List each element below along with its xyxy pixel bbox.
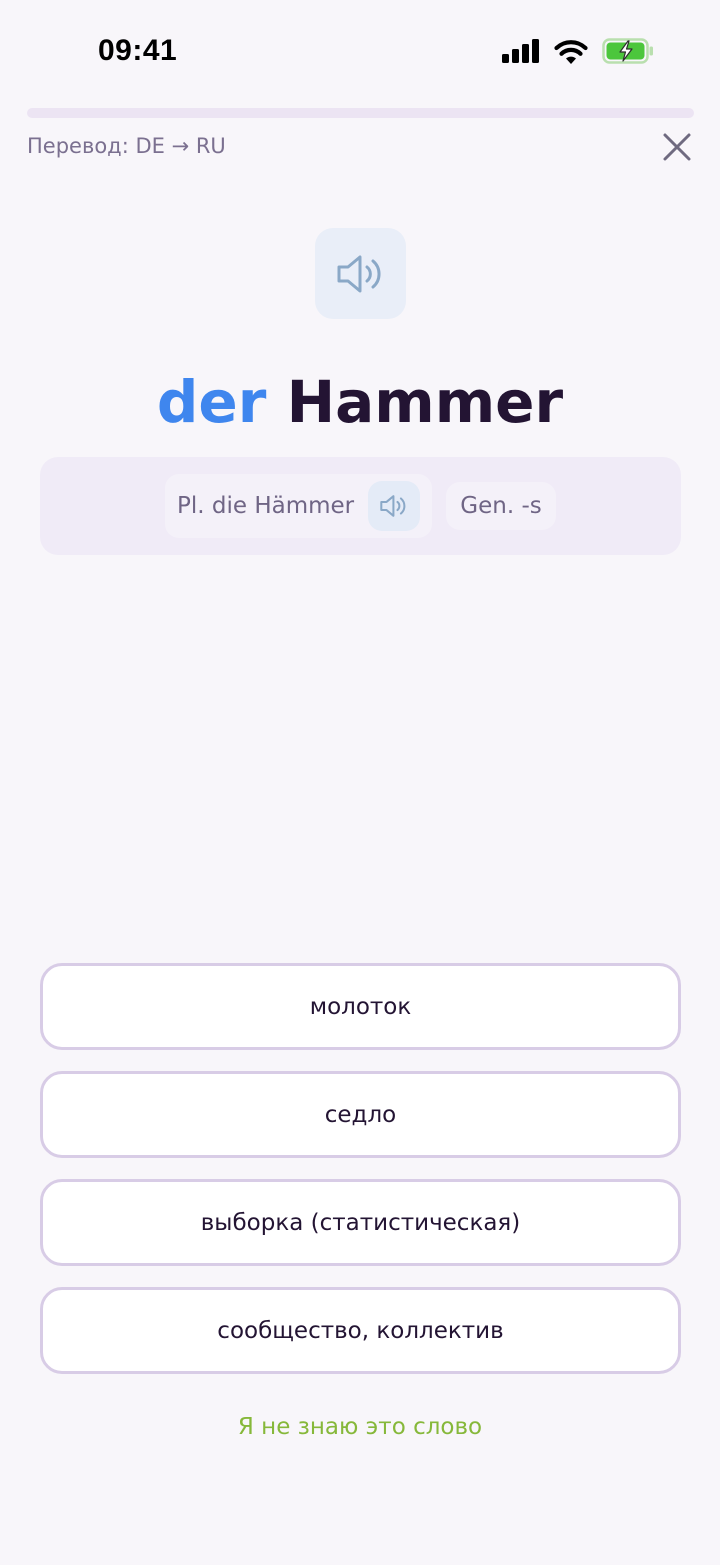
word-noun: Hammer <box>286 368 564 436</box>
genitive-form-chip: Gen. -s <box>446 482 556 530</box>
pronounce-word-button[interactable] <box>315 228 406 319</box>
plural-form-text: Pl. die Hämmer <box>177 493 355 519</box>
status-time: 09:41 <box>98 34 178 67</box>
word-heading: der Hammer <box>0 362 720 442</box>
translation-direction-label: Перевод: DE → RU <box>27 134 226 158</box>
status-bar: 09:41 <box>0 0 720 100</box>
close-button[interactable] <box>658 128 696 166</box>
pronounce-plural-button[interactable] <box>368 481 420 531</box>
word-article: der <box>156 368 267 436</box>
speaker-icon <box>337 255 380 292</box>
dont-know-button[interactable]: Я не знаю это слово <box>0 1414 720 1440</box>
progress-bar <box>27 108 694 118</box>
plural-form-chip: Pl. die Hämmer <box>165 474 432 538</box>
wifi-icon <box>554 39 588 64</box>
battery-charging-icon <box>602 38 653 64</box>
cellular-signal-icon <box>502 39 539 63</box>
answer-option[interactable]: седло <box>40 1071 681 1158</box>
close-icon <box>663 133 691 161</box>
answer-option[interactable]: сообщество, коллектив <box>40 1287 681 1374</box>
answer-option[interactable]: молоток <box>40 963 681 1050</box>
speaker-icon <box>380 495 406 517</box>
answer-option[interactable]: выборка (статистическая) <box>40 1179 681 1266</box>
status-icons <box>502 38 654 64</box>
